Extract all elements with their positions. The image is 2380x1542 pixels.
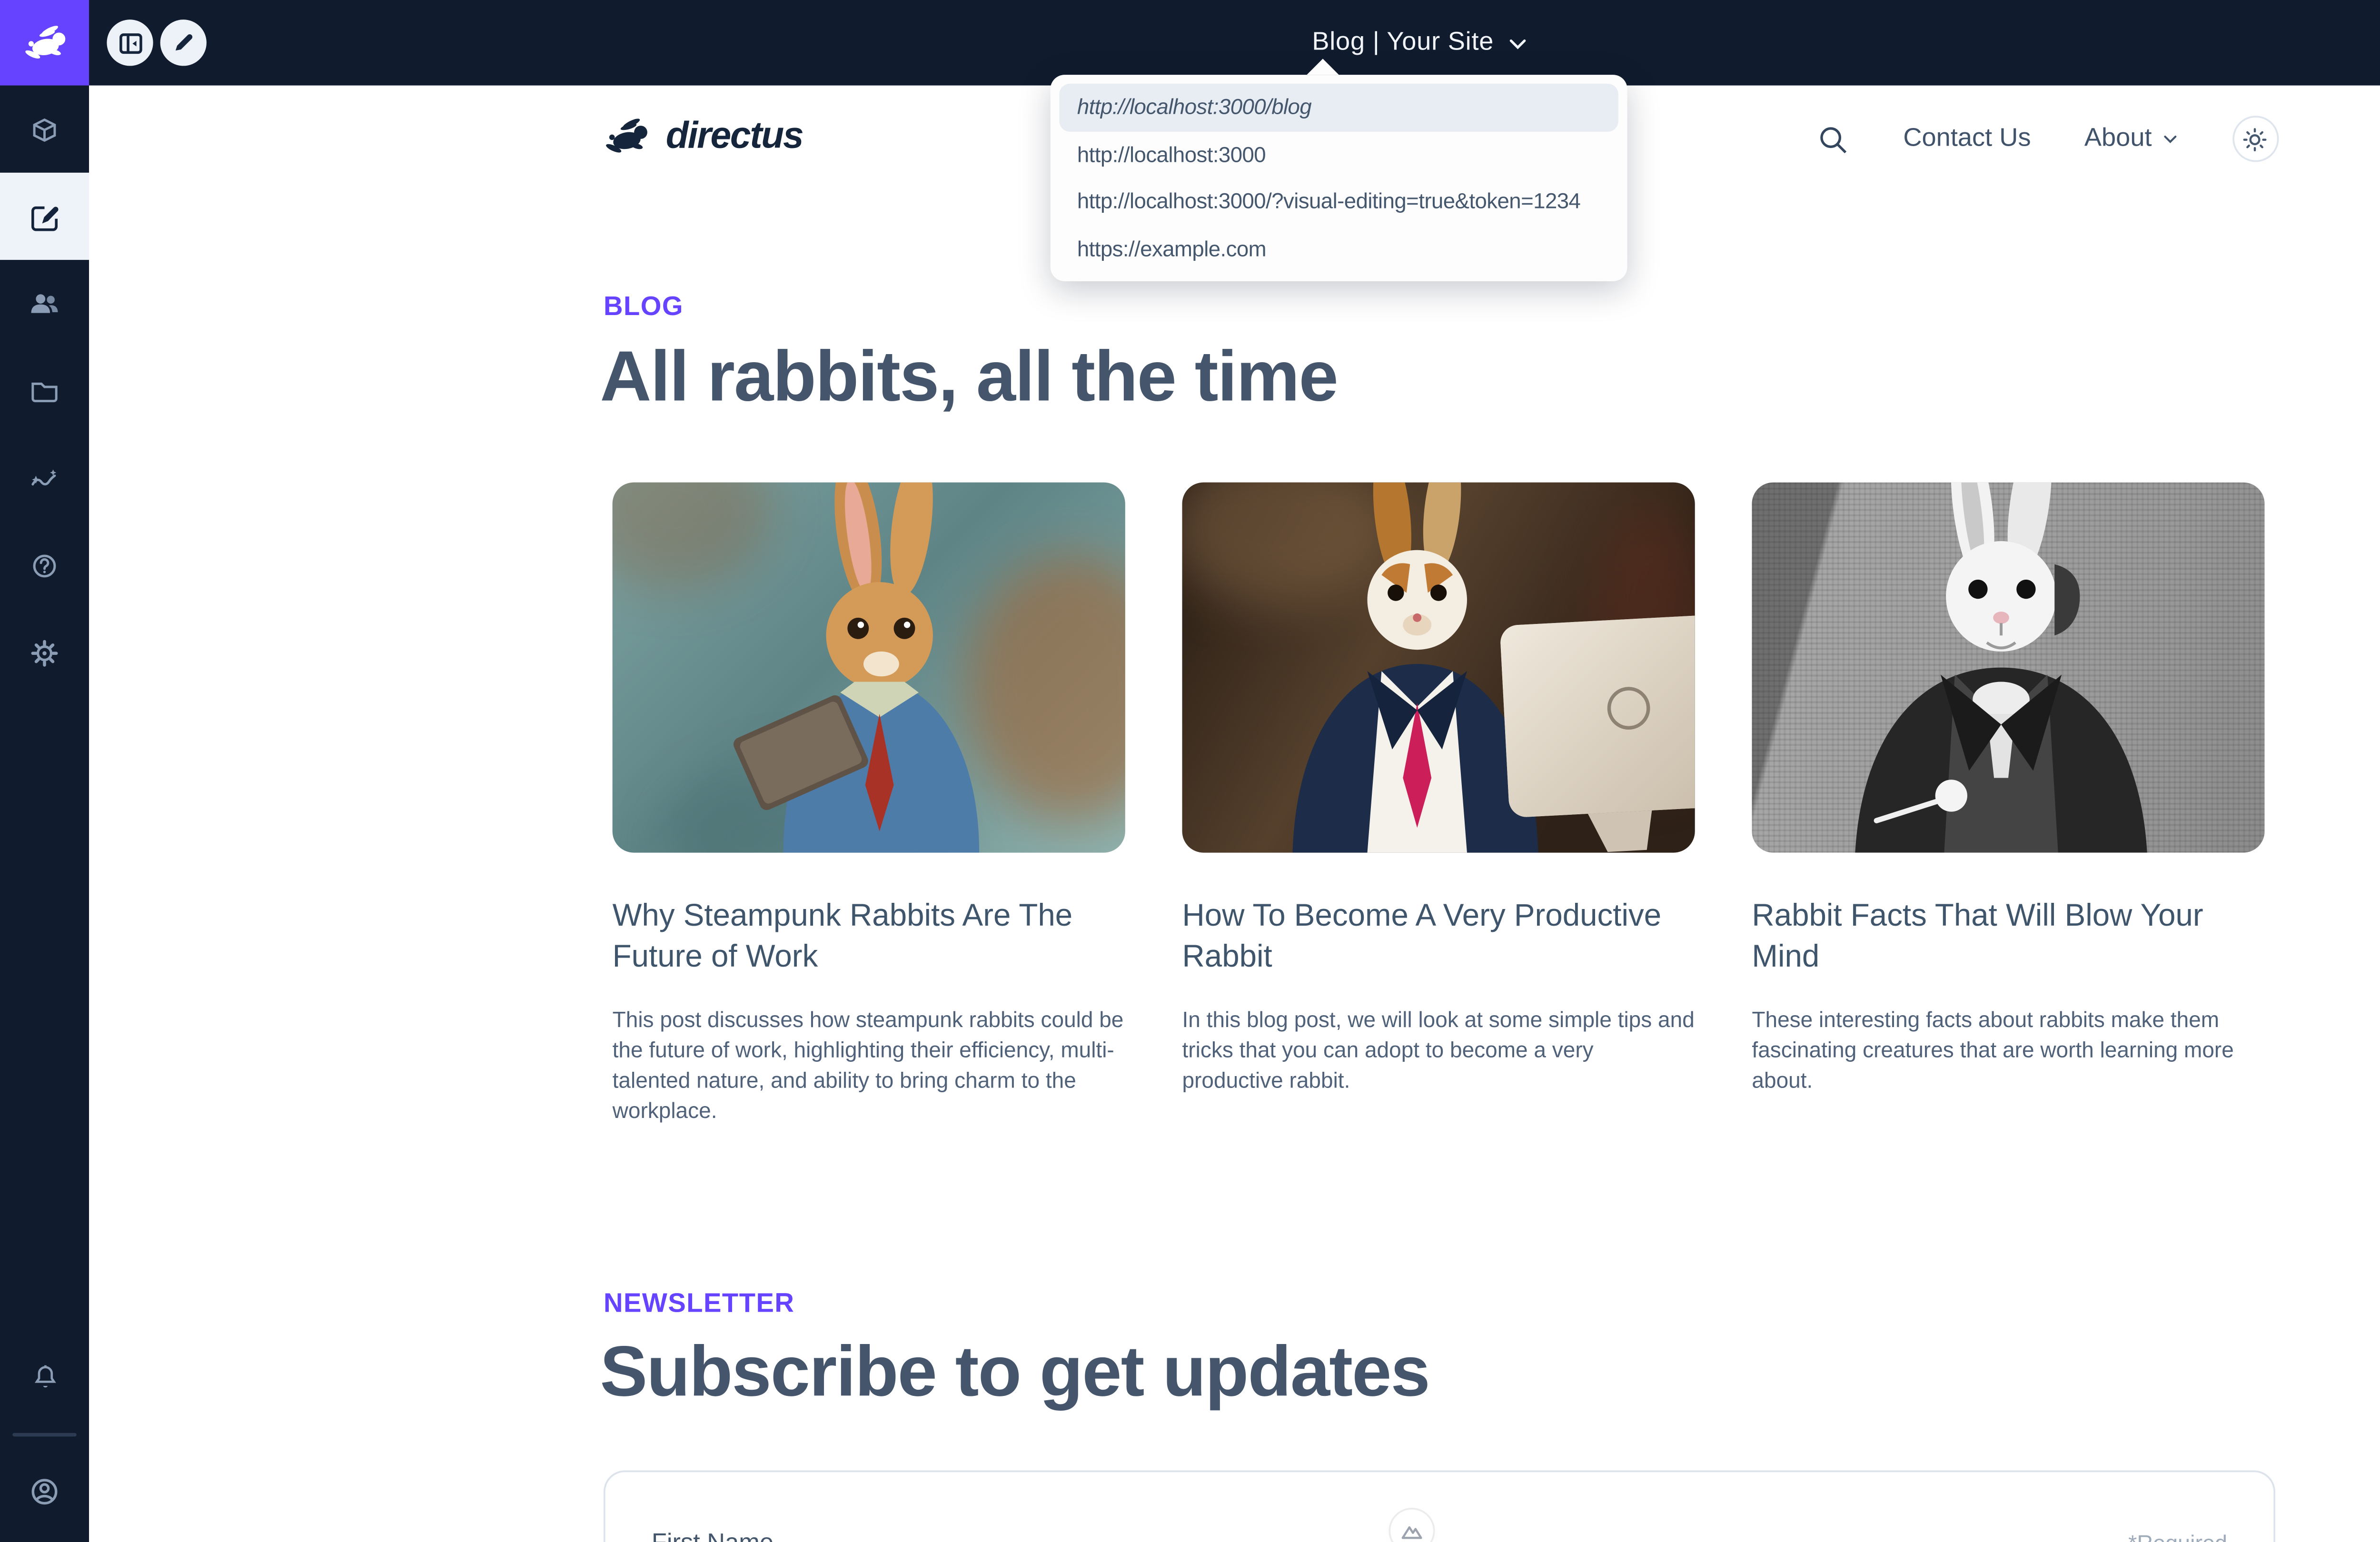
nuxt-mountains-icon	[1398, 1518, 1425, 1542]
post-excerpt: In this blog post, we will look at some …	[1182, 1006, 1695, 1097]
blog-title: All rabbits, all the time	[600, 338, 1337, 418]
sidebar-item-files[interactable]	[0, 347, 89, 434]
folder-icon	[25, 371, 64, 410]
url-option[interactable]: http://localhost:3000/blog	[1059, 84, 1618, 131]
dropdown-caret	[1307, 59, 1339, 75]
post-excerpt: These interesting facts about rabbits ma…	[1752, 1006, 2264, 1097]
edit-square-icon	[25, 197, 64, 236]
post-image-productive-rabbit	[1182, 483, 1695, 853]
url-option[interactable]: http://localhost:3000/?visual-editing=tr…	[1059, 178, 1618, 225]
sidebar-item-content[interactable]	[0, 86, 89, 173]
module-bar	[0, 0, 89, 1542]
account-button[interactable]	[0, 1453, 89, 1528]
post-title[interactable]: Rabbit Facts That Will Blow Your Mind	[1752, 895, 2264, 977]
first-name-label: First Name	[652, 1527, 774, 1542]
post-card[interactable]: Why Steampunk Rabbits Are The Future of …	[613, 483, 1125, 1127]
page-selector-label: Blog | Your Site	[1312, 29, 1494, 57]
box-icon	[25, 109, 64, 148]
required-note: *Required	[2128, 1531, 2227, 1542]
post-image-victorian-rabbit	[1752, 483, 2264, 853]
directus-logo-button[interactable]	[0, 0, 89, 86]
sidebar-item-insights[interactable]	[0, 435, 89, 522]
url-option[interactable]: https://example.com	[1059, 225, 1618, 272]
chevron-down-icon	[2161, 130, 2178, 148]
post-card[interactable]: How To Become A Very Productive Rabbit I…	[1182, 483, 1695, 1097]
bell-icon	[26, 1358, 63, 1396]
sidebar-bottom-group	[0, 1340, 89, 1528]
account-circle-icon	[23, 1470, 66, 1512]
nav-contact-label: Contact Us	[1903, 125, 2031, 153]
blog-eyebrow: BLOG	[604, 292, 684, 322]
search-icon[interactable]	[1816, 122, 1850, 156]
newsletter-eyebrow: NEWSLETTER	[604, 1289, 794, 1319]
sidebar-divider	[12, 1432, 77, 1435]
insights-icon	[25, 458, 64, 497]
sidebar-item-settings[interactable]	[0, 609, 89, 696]
page-selector[interactable]: Blog | Your Site	[89, 0, 2380, 86]
sidebar-item-users[interactable]	[0, 260, 89, 347]
directus-visual-editor-window: Blog | Your Site 1860 × 1020 100%	[0, 0, 2380, 1542]
notifications-button[interactable]	[0, 1340, 89, 1414]
url-option[interactable]: http://localhost:3000	[1059, 131, 1618, 178]
chevron-down-icon	[1506, 31, 1529, 54]
nav-link-contact[interactable]: Contact Us	[1903, 125, 2031, 153]
sidebar-item-help[interactable]	[0, 522, 89, 609]
newsletter-title: Subscribe to get updates	[600, 1333, 1429, 1413]
site-logo-wordmark: directus	[666, 115, 803, 158]
help-icon	[25, 545, 64, 584]
post-title[interactable]: Why Steampunk Rabbits Are The Future of …	[613, 895, 1125, 977]
top-bar: Blog | Your Site 1860 × 1020 100%	[89, 0, 2380, 86]
users-icon	[25, 284, 64, 323]
post-title[interactable]: How To Become A Very Productive Rabbit	[1182, 895, 1695, 977]
url-dropdown-menu: http://localhost:3000/blog http://localh…	[1051, 75, 1627, 281]
post-card[interactable]: Rabbit Facts That Will Blow Your Mind Th…	[1752, 483, 2264, 1097]
post-excerpt: This post discusses how steampunk rabbit…	[613, 1006, 1125, 1127]
site-logo[interactable]: directus	[598, 114, 803, 158]
sun-icon	[2242, 126, 2269, 152]
gear-icon	[25, 633, 64, 672]
directus-rabbit-icon	[18, 21, 71, 64]
sidebar-item-visual-editor[interactable]	[0, 173, 89, 260]
directus-rabbit-icon	[598, 114, 654, 158]
nav-about-label: About	[2084, 125, 2152, 153]
nav-link-about[interactable]: About	[2084, 125, 2179, 153]
newsletter-form-card: First Name *Required	[604, 1470, 2275, 1542]
site-preview-frame: directus Contact Us About	[89, 86, 2380, 1542]
site-nav: Contact Us About	[1816, 114, 2278, 164]
post-image-steampunk-rabbit	[613, 483, 1125, 853]
theme-toggle-button[interactable]	[2232, 116, 2278, 162]
